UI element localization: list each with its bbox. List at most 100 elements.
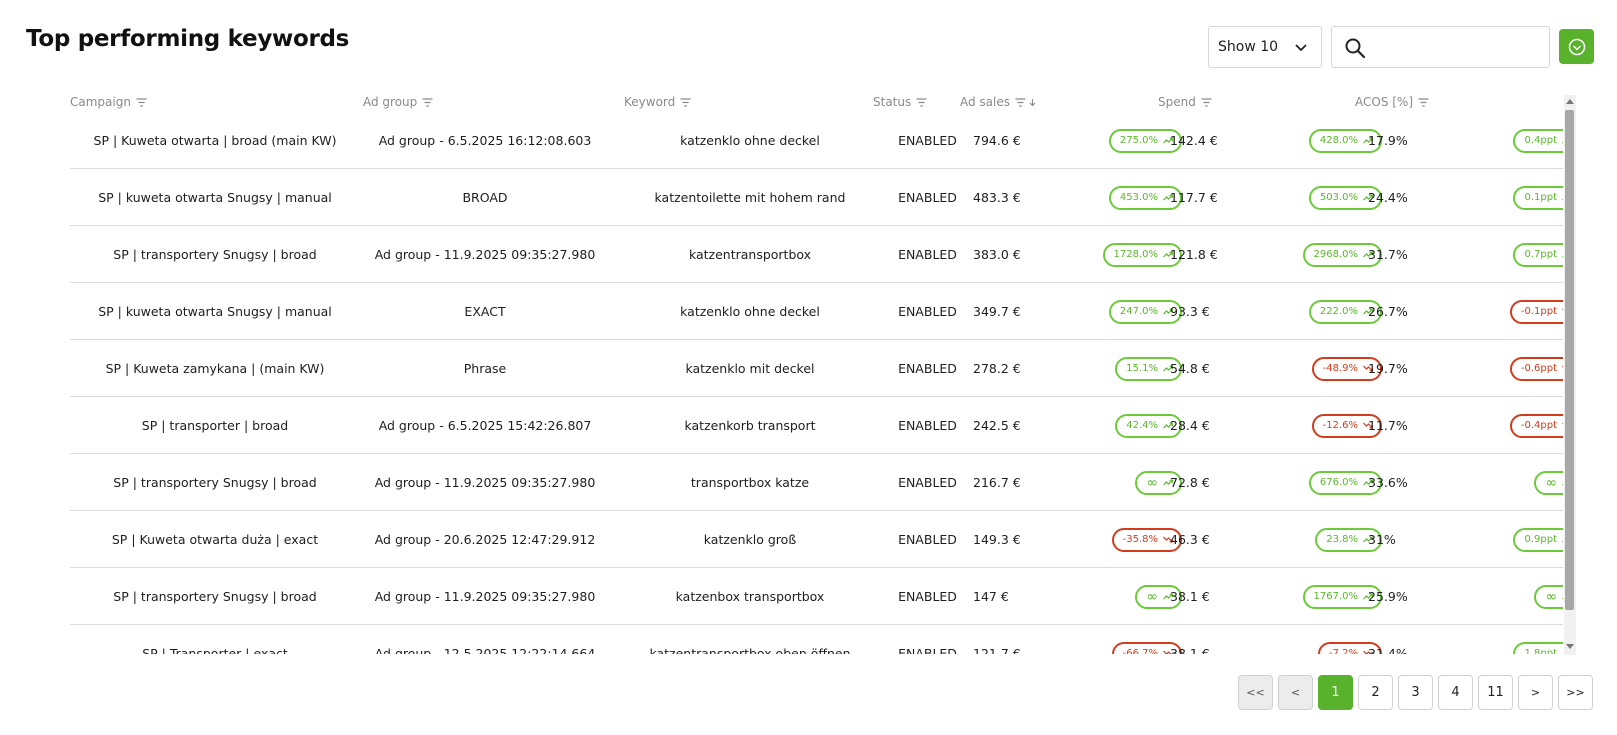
prev-page-button[interactable]: < (1278, 675, 1313, 710)
filter-icon[interactable] (1015, 97, 1026, 107)
campaign-cell: SP | Kuweta otwarta | broad (main KW) (93, 133, 337, 148)
ad-group-cell: Ad group - 6.5.2025 16:12:08.603 (378, 133, 592, 148)
acos-change-badge: 0.1ppt (1513, 185, 1563, 210)
table-row[interactable]: SP | transportery Snugsy | broad Ad group… (70, 568, 1563, 625)
filter-icon[interactable] (916, 97, 927, 107)
campaign-cell: SP | transporter | broad (141, 418, 289, 433)
col-header-keyword[interactable]: Keyword (624, 93, 691, 111)
trend-up-icon (1562, 597, 1563, 600)
filter-icon[interactable] (422, 97, 433, 107)
change-value: 428.0% (1319, 135, 1358, 146)
page-size-select[interactable]: Show 10 (1208, 26, 1322, 68)
acos-change-badge: -0.4ppt (1509, 413, 1563, 438)
change-value: 275.0% (1119, 135, 1158, 146)
scrollbar-thumb[interactable] (1565, 110, 1574, 610)
change-value: -0.6ppt (1520, 363, 1557, 374)
change-value: 503.0% (1319, 192, 1358, 203)
col-header-ad-group[interactable]: Ad group (363, 93, 433, 111)
table-row[interactable]: SP | transportery Snugsy | broad Ad group… (70, 226, 1563, 283)
trend-up-icon (1562, 540, 1563, 543)
page-size-label: Show 10 (1218, 39, 1279, 55)
status-cell: ENABLED (898, 190, 957, 205)
filter-icon[interactable] (1201, 97, 1212, 107)
change-value: 247.0% (1119, 306, 1158, 317)
table-row[interactable]: SP | transportery Snugsy | broad Ad group… (70, 454, 1563, 511)
keyword-cell: katzenklo ohne deckel (680, 133, 820, 148)
table-row[interactable]: SP | Kuweta otwarta duża | exact Ad group… (70, 511, 1563, 568)
campaign-cell: SP | Transporter | exact (142, 646, 288, 654)
acos-change-badge: 0.4ppt (1513, 128, 1563, 153)
filter-icon[interactable] (1418, 97, 1429, 107)
col-header-ad-sales[interactable]: Ad sales (960, 93, 1036, 111)
table-row[interactable]: SP | Kuweta otwarta | broad (main KW) Ad … (70, 112, 1563, 169)
chevron-down-icon (1295, 44, 1307, 52)
search-box[interactable] (1331, 26, 1550, 68)
ad-group-cell: Ad group - 20.6.2025 12:47:29.912 (374, 532, 596, 547)
col-header-status[interactable]: Status (873, 93, 927, 111)
ad-group-cell: BROAD (462, 190, 508, 205)
change-value: -0.4ppt (1520, 420, 1557, 431)
page-button-4[interactable]: 4 (1438, 675, 1473, 710)
acos-change-badge: 1.8ppt (1513, 641, 1563, 654)
trend-down-icon (1562, 422, 1563, 425)
keyword-cell: katzenklo ohne deckel (680, 304, 820, 319)
next-page-button[interactable]: > (1518, 675, 1553, 710)
change-value: 23.8% (1326, 534, 1358, 545)
status-cell: ENABLED (898, 361, 957, 376)
filter-icon[interactable] (680, 97, 691, 107)
page-button-11[interactable]: 11 (1478, 675, 1513, 710)
ad-group-cell: Ad group - 11.9.2025 09:35:27.980 (374, 589, 596, 604)
table-row[interactable]: SP | transporter | broad Ad group - 6.5.2… (70, 397, 1563, 454)
status-cell: ENABLED (898, 418, 957, 433)
first-page-button[interactable]: << (1238, 675, 1273, 710)
change-value: 1.8ppt (1524, 648, 1557, 654)
ad-group-cell: Ad group - 12.5.2025 12:22:14.664 (374, 646, 596, 654)
col-header-acos[interactable]: ACOS [%] (1355, 93, 1429, 111)
column-header-label: Ad group (363, 95, 418, 109)
change-value: -35.8% (1122, 534, 1158, 545)
table-row[interactable]: SP | Kuweta zamykana | (main KW) Phrase ka… (70, 340, 1563, 397)
apply-button[interactable] (1559, 29, 1594, 64)
change-value: 2968.0% (1313, 249, 1359, 260)
table-row[interactable]: SP | Transporter | exact Ad group - 12.5.… (70, 625, 1563, 654)
campaign-cell: SP | kuweta otwarta Snugsy | manual (98, 304, 332, 319)
table-row[interactable]: SP | kuweta otwarta Snugsy | manual BROAD… (70, 169, 1563, 226)
change-value: -7.2% (1328, 648, 1358, 654)
status-cell: ENABLED (898, 304, 957, 319)
col-header-spend[interactable]: Spend (1158, 93, 1212, 111)
status-cell: ENABLED (898, 589, 957, 604)
campaign-cell: SP | transportery Snugsy | broad (113, 589, 317, 604)
scroll-up-arrow-icon[interactable] (1564, 96, 1576, 106)
change-value: 42.4% (1126, 420, 1158, 431)
scroll-down-arrow-icon[interactable] (1564, 642, 1576, 652)
filter-icon[interactable] (136, 97, 147, 107)
search-icon (1345, 38, 1366, 59)
last-page-button[interactable]: >> (1558, 675, 1593, 710)
column-header-label: Spend (1158, 95, 1196, 109)
keyword-cell: katzenkorb transport (684, 418, 816, 433)
change-value: -66.7% (1122, 648, 1158, 654)
trend-up-icon (1562, 650, 1563, 654)
change-value: 0.7ppt (1524, 249, 1557, 260)
page-button-1[interactable]: 1 (1318, 675, 1353, 710)
check-circle-icon (1568, 38, 1585, 55)
trend-up-icon (1562, 198, 1563, 201)
search-input[interactable] (1376, 35, 1541, 59)
change-value: 15.1% (1126, 363, 1158, 374)
campaign-cell: SP | Kuweta otwarta duża | exact (111, 532, 319, 547)
change-value: 676.0% (1319, 477, 1358, 488)
col-header-campaign[interactable]: Campaign (70, 93, 147, 111)
acos-change-badge: ∞ (1534, 584, 1563, 609)
sort-desc-icon[interactable] (1029, 98, 1036, 107)
keyword-cell: katzentransportbox (688, 247, 812, 262)
status-cell: ENABLED (898, 133, 957, 148)
keyword-cell: katzenklo mit deckel (685, 361, 815, 376)
status-cell: ENABLED (898, 247, 957, 262)
table-row[interactable]: SP | kuweta otwarta Snugsy | manual EXACT… (70, 283, 1563, 340)
trend-up-icon (1562, 255, 1563, 258)
change-value: 0.1ppt (1524, 192, 1557, 203)
change-value: -48.9% (1322, 363, 1358, 374)
page-button-3[interactable]: 3 (1398, 675, 1433, 710)
trend-up-icon (1562, 483, 1563, 486)
page-button-2[interactable]: 2 (1358, 675, 1393, 710)
